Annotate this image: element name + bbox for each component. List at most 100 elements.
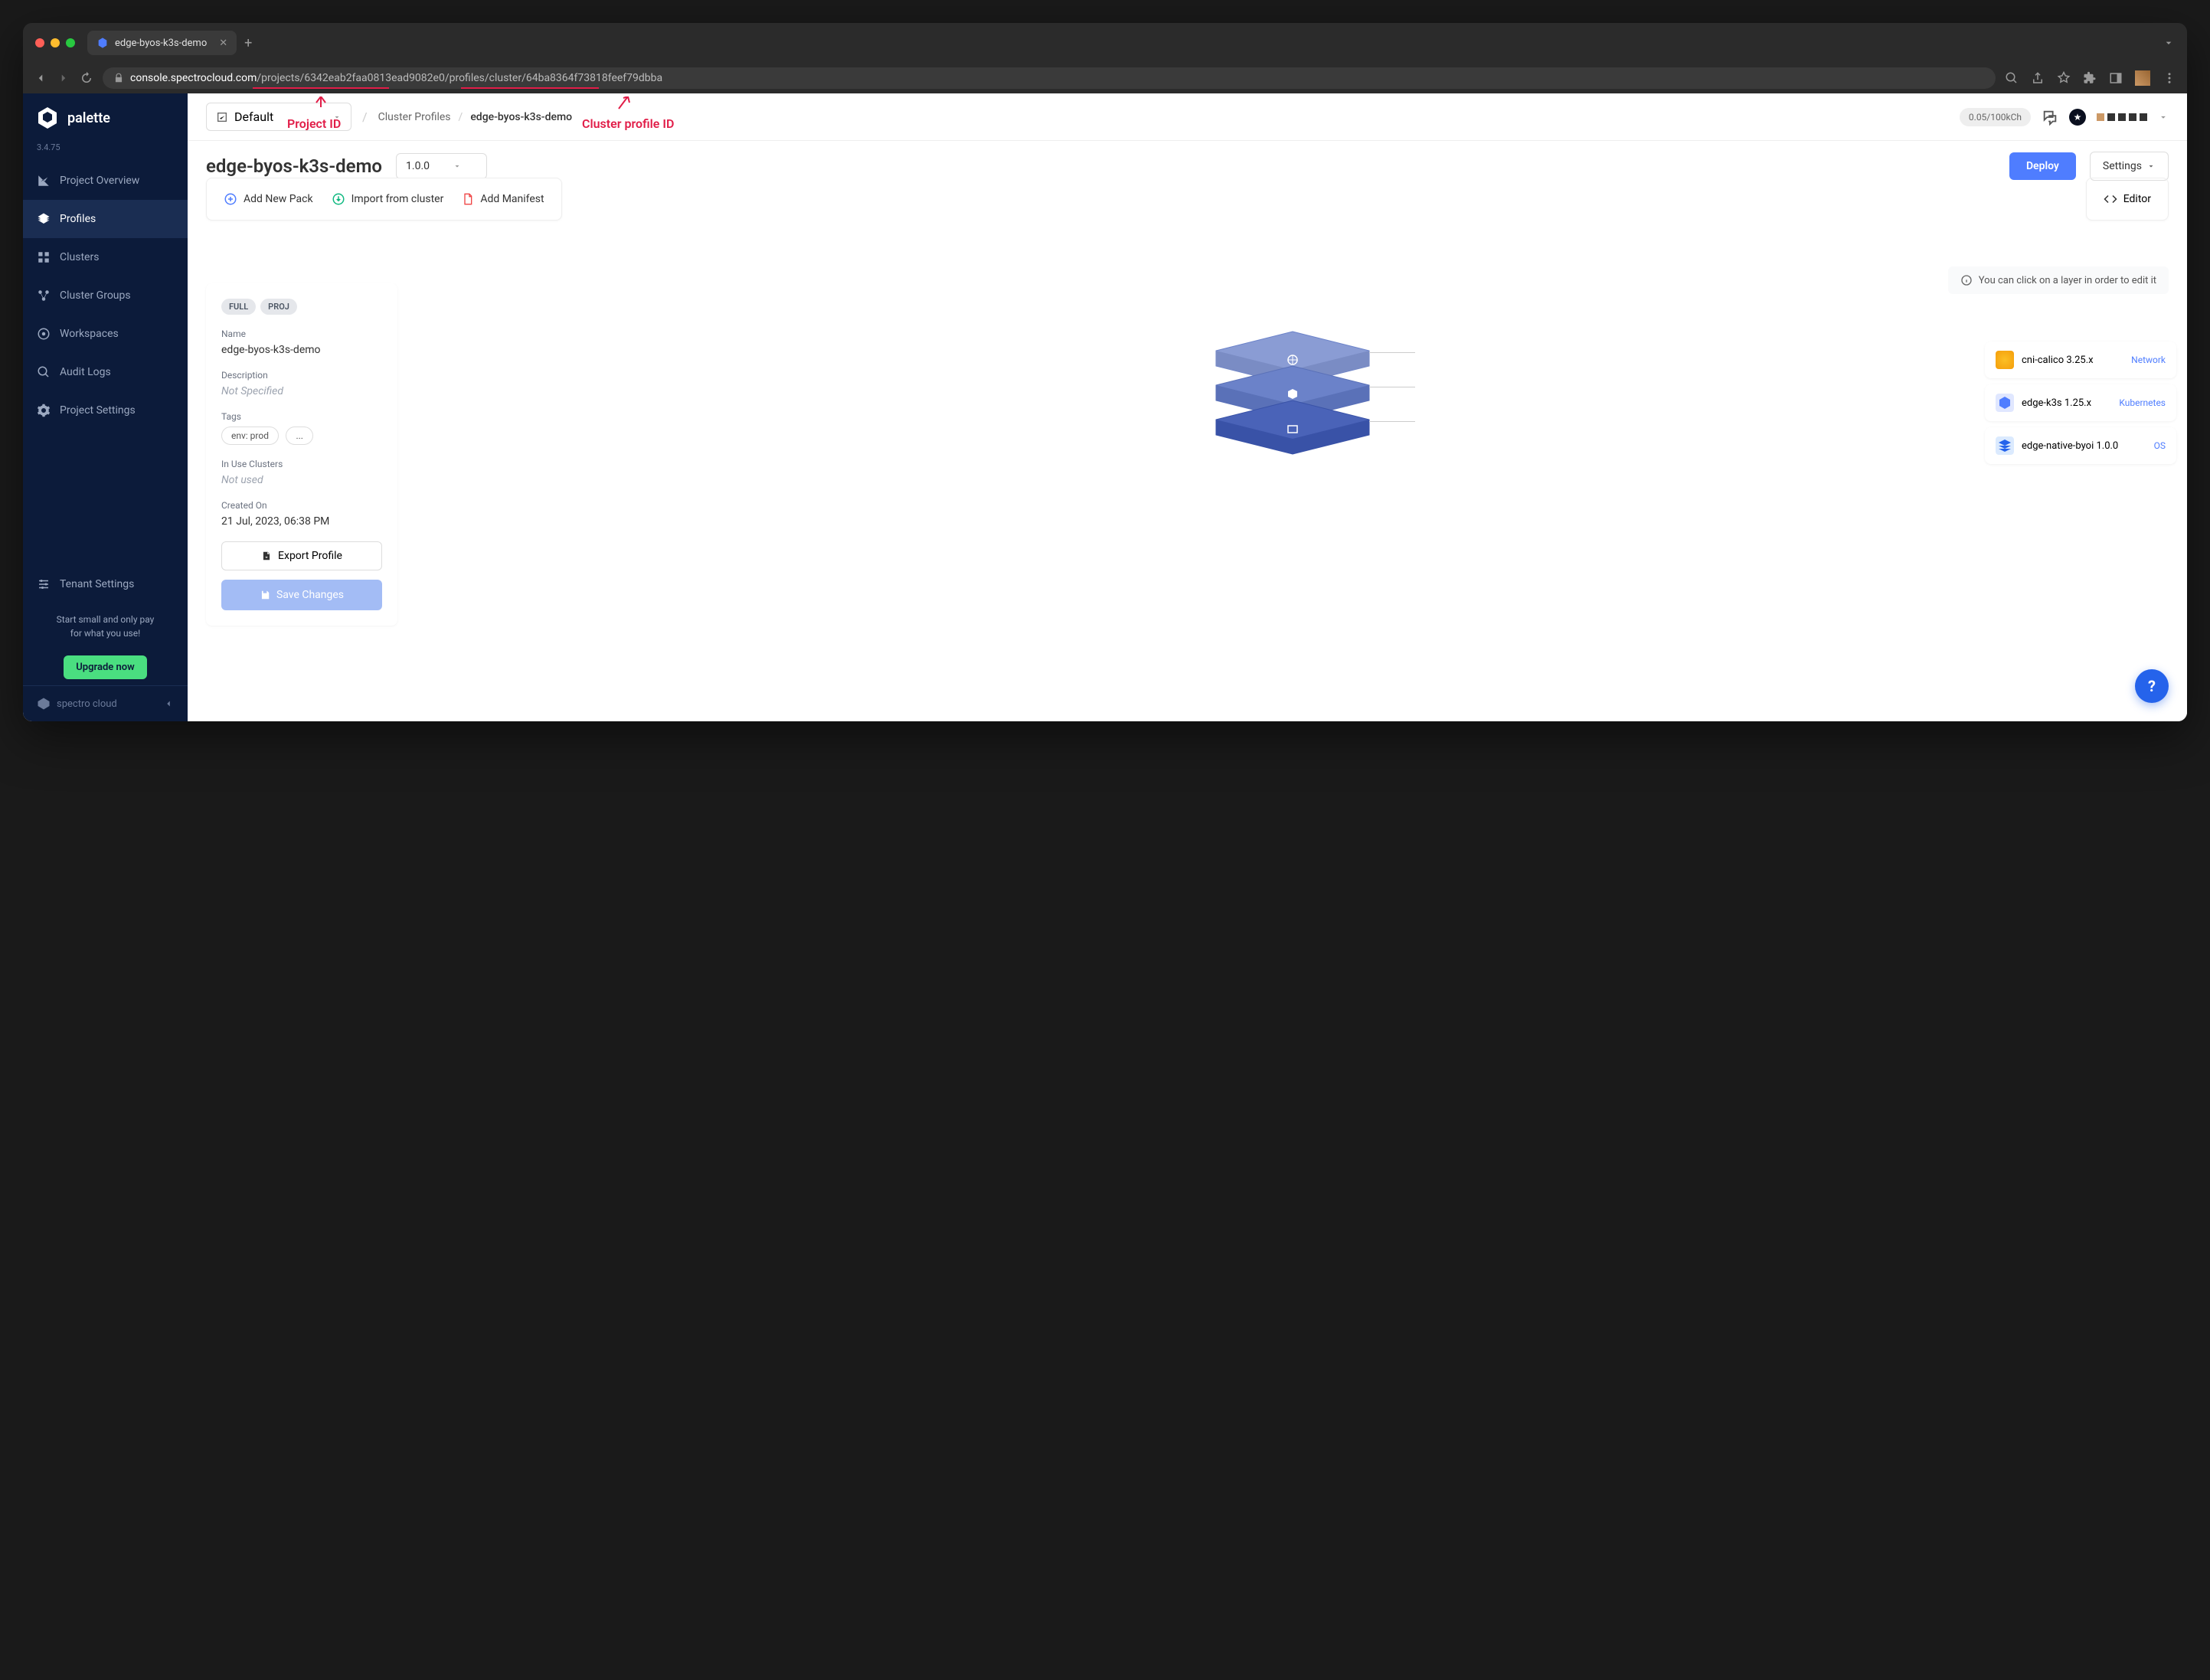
tabs-dropdown-icon[interactable] [2163, 37, 2175, 49]
new-tab-button[interactable]: + [244, 35, 252, 51]
nav-clusters[interactable]: Clusters [23, 238, 188, 276]
badge-proj: PROJ [260, 299, 297, 315]
export-profile-button[interactable]: Export Profile [221, 541, 382, 570]
version-selector[interactable]: 1.0.0 [396, 153, 487, 179]
gear-icon [37, 404, 51, 417]
spectro-icon [37, 697, 51, 711]
settings-label: Settings [2103, 160, 2142, 172]
browser-window: edge-byos-k3s-demo ✕ + console.spectrocl… [23, 23, 2187, 721]
breadcrumb: Cluster Profiles / edge-byos-k3s-demo [378, 111, 572, 123]
workspace: Add New Pack Import from cluster Add Man… [188, 191, 2187, 721]
layers-icon [37, 212, 51, 226]
hex-layer-os[interactable] [1201, 397, 1385, 458]
version-value: 1.0.0 [406, 160, 430, 172]
plus-circle-icon [224, 192, 237, 206]
settings-button[interactable]: Settings [2090, 152, 2169, 181]
breadcrumb-current: edge-byos-k3s-demo [470, 111, 572, 123]
nav: Project Overview Profiles Clusters Clust… [23, 162, 188, 721]
chat-icon[interactable] [2042, 109, 2058, 126]
tag-more[interactable]: ... [286, 427, 313, 445]
zoom-icon[interactable] [2005, 71, 2019, 85]
add-manifest-button[interactable]: Add Manifest [462, 192, 544, 206]
credits-badge: 0.05/100kCh [1960, 108, 2031, 126]
header-row: Default / Cluster Profiles / edge-byos-k… [188, 93, 2187, 141]
annotation-cluster-profile-id: Cluster profile ID [582, 116, 674, 131]
app-content: Project ID Cluster profile ID palette 3.… [23, 93, 2187, 721]
layer-list: cni-calico 3.25.x Network edge-k3s 1.25.… [1985, 342, 2176, 470]
import-button[interactable]: Import from cluster [332, 192, 444, 206]
nav-label: Project Overview [60, 175, 139, 187]
nav-project-overview[interactable]: Project Overview [23, 162, 188, 200]
back-button[interactable] [34, 71, 47, 85]
layer-name: edge-k3s 1.25.x [2022, 397, 2091, 409]
user-dropdown-icon[interactable] [2158, 112, 2169, 123]
code-icon [2104, 192, 2117, 206]
share-icon[interactable] [2031, 71, 2045, 85]
footer-brand[interactable]: spectro cloud [23, 685, 188, 721]
layer-type: Network [2131, 355, 2166, 365]
minimize-window-button[interactable] [51, 38, 60, 47]
menu-icon[interactable] [2163, 71, 2176, 85]
profile-avatar[interactable] [2135, 70, 2150, 86]
upgrade-button[interactable]: Upgrade now [64, 655, 146, 679]
layer-item-kubernetes[interactable]: edge-k3s 1.25.x Kubernetes [1985, 384, 2176, 421]
nav-profiles[interactable]: Profiles [23, 200, 188, 238]
info-card: FULL PROJ Name edge-byos-k3s-demo Descri… [206, 283, 397, 626]
collapse-icon[interactable] [163, 698, 174, 709]
action-label: Add Manifest [480, 193, 544, 205]
tab-favicon [96, 37, 109, 49]
tab-title: edge-byos-k3s-demo [115, 38, 207, 49]
chart-icon [37, 174, 51, 188]
address-bar[interactable]: console.spectrocloud.com/projects/6342ea… [103, 67, 1996, 89]
nav-cluster-groups[interactable]: Cluster Groups [23, 276, 188, 315]
info-icon [1960, 274, 1973, 286]
save-changes-button[interactable]: Save Changes [221, 580, 382, 610]
nav-label: Profiles [60, 213, 96, 225]
scope-icon [216, 111, 228, 123]
k3s-icon [1996, 394, 2014, 412]
nav-workspaces[interactable]: Workspaces [23, 315, 188, 353]
page-title: edge-byos-k3s-demo [206, 155, 382, 177]
promo-text: Start small and only pay for what you us… [23, 603, 188, 649]
chevron-down-icon [453, 162, 462, 171]
nav-audit-logs[interactable]: Audit Logs [23, 353, 188, 391]
action-label: Import from cluster [351, 193, 444, 205]
info-column: FULL PROJ Name edge-byos-k3s-demo Descri… [206, 214, 397, 703]
brand-name: palette [67, 110, 110, 126]
desc-value: Not Specified [221, 385, 382, 397]
deploy-button[interactable]: Deploy [2009, 152, 2076, 180]
close-window-button[interactable] [35, 38, 44, 47]
nav-tenant-settings[interactable]: Tenant Settings [23, 565, 188, 603]
breadcrumb-parent[interactable]: Cluster Profiles [378, 111, 451, 123]
badge-full: FULL [221, 299, 256, 315]
nav-project-settings[interactable]: Project Settings [23, 391, 188, 430]
tag-chip[interactable]: env: prod [221, 427, 279, 445]
layer-item-network[interactable]: cni-calico 3.25.x Network [1985, 342, 2176, 378]
main-content: Default / Cluster Profiles / edge-byos-k… [188, 93, 2187, 721]
tags-label: Tags [221, 411, 382, 422]
layer-stack: cni-calico 3.25.x Network edge-k3s 1.25.… [416, 328, 2169, 466]
add-pack-button[interactable]: Add New Pack [224, 192, 313, 206]
reload-button[interactable] [80, 71, 93, 85]
panel-icon[interactable] [2109, 71, 2123, 85]
extensions-icon[interactable] [2083, 71, 2097, 85]
lock-icon [113, 73, 124, 83]
window-controls [35, 38, 75, 47]
user-avatar[interactable] [2097, 113, 2147, 121]
star-badge[interactable]: ★ [2069, 109, 2086, 126]
chevron-down-icon [2146, 162, 2156, 171]
version-label: 3.4.75 [23, 142, 188, 162]
calico-icon [1996, 351, 2014, 369]
bookmark-icon[interactable] [2057, 71, 2071, 85]
layer-name: edge-native-byoi 1.0.0 [2022, 440, 2118, 452]
tab-close-icon[interactable]: ✕ [219, 38, 227, 49]
download-circle-icon [332, 192, 345, 206]
maximize-window-button[interactable] [66, 38, 75, 47]
sliders-icon [37, 577, 51, 591]
export-icon [261, 551, 272, 561]
forward-button[interactable] [57, 71, 70, 85]
layer-item-os[interactable]: edge-native-byoi 1.0.0 OS [1985, 427, 2176, 464]
help-fab[interactable]: ? [2135, 669, 2169, 703]
browser-tab[interactable]: edge-byos-k3s-demo ✕ [87, 31, 237, 55]
byoi-icon [1996, 436, 2014, 455]
